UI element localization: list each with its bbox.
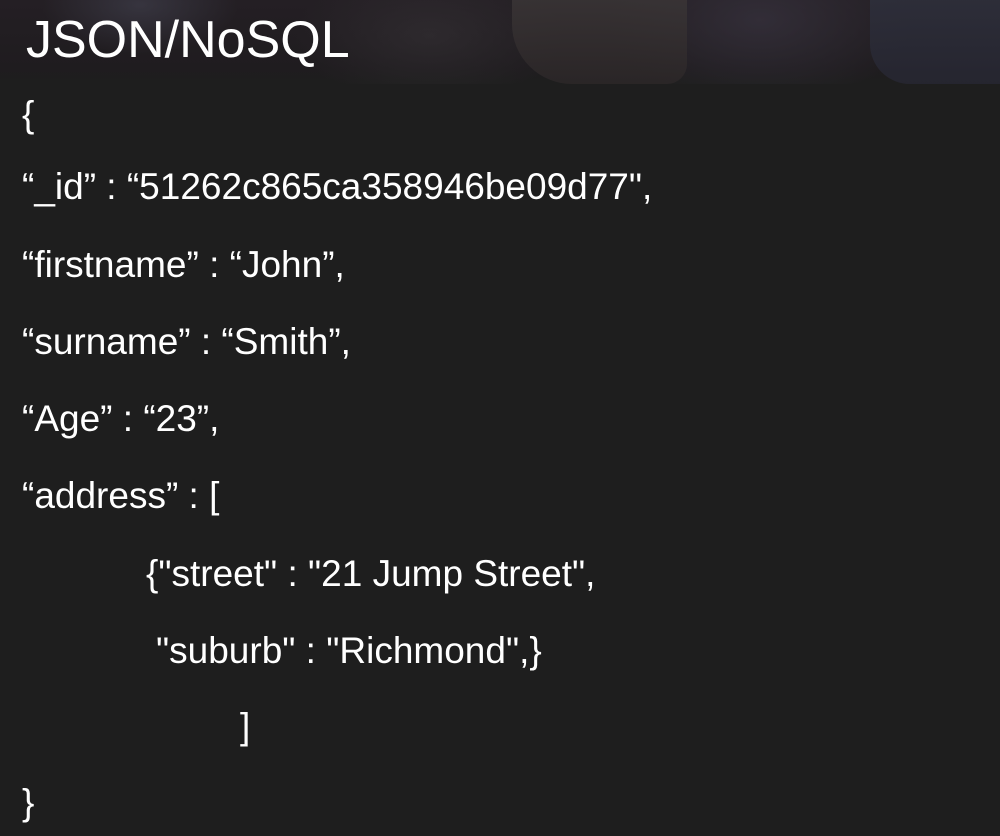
presenter-shoulder — [870, 0, 1000, 84]
code-line-close-bracket: ] — [240, 706, 251, 747]
slide: JSON/NoSQL { “_id” : “51262c865ca358946b… — [0, 0, 1000, 836]
code-line-age: “Age” : “23”, — [22, 398, 220, 439]
code-line-surname: “surname” : “Smith”, — [22, 321, 351, 362]
code-line-id: “_id” : “51262c865ca358946be09d77", — [22, 166, 653, 207]
code-line-address: “address” : [ — [22, 475, 220, 516]
code-line-street: {"street" : "21 Jump Street", — [146, 553, 596, 594]
code-line-close-brace: } — [22, 782, 35, 823]
code-line-open-brace: { — [22, 94, 35, 135]
code-line-firstname: “firstname” : “John”, — [22, 244, 345, 285]
slide-title: JSON/NoSQL — [26, 11, 350, 69]
presenter-figure — [512, 0, 687, 84]
code-line-suburb: "suburb" : "Richmond",} — [156, 630, 542, 671]
